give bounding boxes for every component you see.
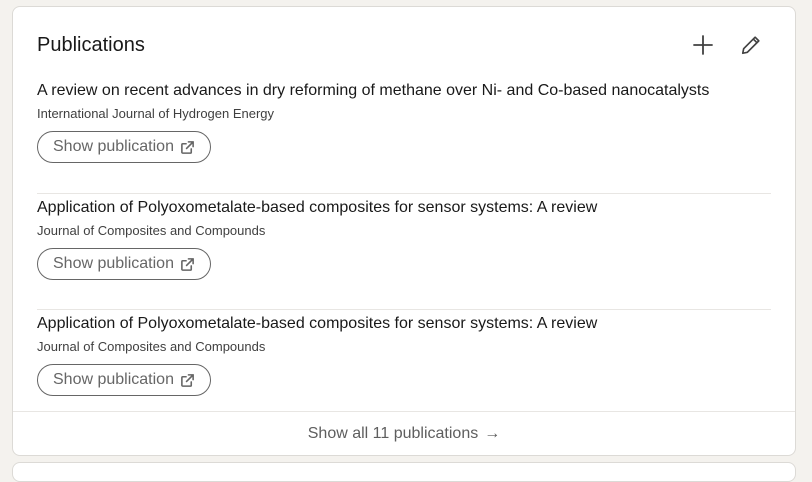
publication-item: Application of Polyoxometalate-based com… [37,193,771,309]
external-link-icon [181,140,194,154]
publication-title[interactable]: Application of Polyoxometalate-based com… [37,199,597,217]
publications-card: Publications A review on recent advances… [12,6,796,456]
next-section-card [12,462,796,482]
arrow-right-icon: → [484,424,501,442]
section-title: Publications [37,33,145,56]
card-header: Publications [37,31,771,59]
plus-icon [693,35,713,55]
add-publication-button[interactable] [683,25,723,65]
publication-item: Application of Polyoxometalate-based com… [37,309,771,425]
publication-source: Journal of Composites and Compounds [37,339,266,354]
external-link-icon [181,257,194,271]
show-publication-button[interactable]: Show publication [37,131,211,163]
show-publication-button[interactable]: Show publication [37,248,211,280]
publication-title[interactable]: A review on recent advances in dry refor… [37,82,709,100]
show-publication-label: Show publication [53,138,174,155]
footer-inner: Show all 11 publications → [308,425,500,443]
show-all-label: Show all 11 publications [307,424,479,442]
show-publication-button[interactable]: Show publication [37,364,211,396]
show-publication-label: Show publication [53,371,174,388]
publication-source: Journal of Composites and Compounds [37,223,266,238]
show-all-publications-link[interactable]: Show all 11 publications → [13,411,795,455]
publication-item: A review on recent advances in dry refor… [37,77,771,193]
publication-title[interactable]: Application of Polyoxometalate-based com… [37,315,597,333]
publication-source: International Journal of Hydrogen Energy [37,106,275,121]
external-link-icon [181,373,194,387]
edit-publications-button[interactable] [731,25,771,65]
publication-list: A review on recent advances in dry refor… [37,77,771,425]
pencil-icon [741,36,760,55]
show-publication-label: Show publication [53,255,174,272]
header-actions [683,25,771,65]
